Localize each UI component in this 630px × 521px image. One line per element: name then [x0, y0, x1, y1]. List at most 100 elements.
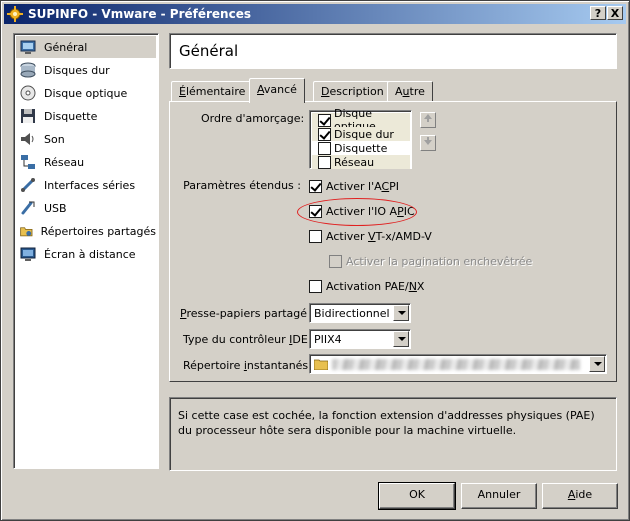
pae-label-part: X [416, 280, 425, 293]
sidebar-item-hard-disks[interactable]: Disques dur [16, 59, 156, 81]
hard-disk-icon [20, 62, 36, 78]
move-down-button[interactable] [420, 135, 436, 151]
sidebar-item-remote-display[interactable]: Écran à distance [16, 243, 156, 265]
boot-order-list[interactable]: Disque optique Disque dur Disquette Rése… [309, 107, 412, 169]
sidebar-item-label: Écran à distance [44, 247, 136, 261]
monitor-icon [20, 40, 36, 54]
acpi-checkbox[interactable] [309, 180, 322, 193]
sidebar-item-label: Réseau [44, 155, 85, 169]
clipboard-label-part: resse-papiers partagé : [186, 307, 315, 320]
pae-option[interactable]: Activation PAE/NX [309, 280, 424, 293]
arrow-down-icon [424, 137, 432, 145]
snapshot-label-part: nstantanés : [246, 359, 316, 372]
sidebar-item-sound[interactable]: Son [16, 128, 156, 150]
remote-display-icon [20, 247, 36, 261]
pae-checkbox[interactable] [309, 280, 322, 293]
tab-label: tre [409, 85, 425, 98]
boot-item-floppy[interactable]: Disquette [312, 141, 410, 155]
ok-button[interactable]: OK [378, 482, 456, 510]
description-panel: Si cette case est cochée, la fonction ex… [169, 397, 617, 471]
tab-avance[interactable]: Avancé [249, 78, 305, 103]
ioapic-label-part: Activer l'IO A [326, 205, 398, 218]
vtx-checkbox[interactable] [309, 230, 322, 243]
boot-item-label: Réseau [334, 155, 375, 169]
sidebar-item-usb[interactable]: USB [16, 197, 156, 219]
ide-label-part: Type du contrôleur [183, 333, 290, 346]
help-title-button[interactable]: ? [590, 6, 606, 20]
app-gear-icon [7, 6, 23, 22]
preferences-window: SUPINFO - Vmware - Préférences ? X Génér… [0, 0, 630, 521]
boot-item-optical[interactable]: Disque optique [312, 107, 410, 133]
ioapic-label-ul: P [397, 205, 404, 218]
snapshot-folder-select[interactable] [309, 354, 607, 374]
tab-label-ul: A [257, 83, 264, 96]
close-title-button[interactable]: X [607, 6, 623, 20]
acpi-label: Activer l'ACPI [326, 180, 399, 193]
sidebar-item-label: Répertoires partagés [40, 224, 156, 238]
vtx-label-part: Activer [326, 230, 369, 243]
extended-settings-label: Paramètres étendus : [183, 179, 301, 192]
sidebar-item-label: Disque optique [44, 86, 128, 100]
nested-paging-label: Activer la pagination enchevêtrée [346, 255, 532, 268]
sidebar-item-label: Disques dur [44, 63, 110, 77]
sidebar-item-optical[interactable]: Disque optique [16, 82, 156, 104]
sidebar-item-shared-folders[interactable]: Répertoires partagés [16, 220, 156, 242]
vtx-option[interactable]: Activer VT-x/AMD-V [309, 230, 432, 243]
clipboard-value: Bidirectionnel [314, 307, 390, 320]
ide-value: PIIX4 [314, 333, 342, 346]
acpi-option[interactable]: Activer l'ACPI [309, 180, 399, 193]
ioapic-option[interactable]: Activer l'IO APIC [309, 205, 415, 218]
help-button[interactable]: Aide [542, 483, 618, 509]
move-up-button[interactable] [420, 112, 436, 128]
ioapic-checkbox[interactable] [309, 205, 322, 218]
ioapic-label-part: IC [403, 205, 415, 218]
title-bar[interactable]: SUPINFO - Vmware - Préférences ? X [4, 4, 626, 24]
boot-hdd-checkbox[interactable] [318, 127, 331, 141]
snapshot-label-part: Répertoire [183, 359, 244, 372]
sidebar-item-label: Disquette [44, 109, 98, 123]
boot-network-checkbox[interactable] [318, 155, 331, 169]
vtx-label: Activer VT-x/AMD-V [326, 230, 432, 243]
boot-item-hard-disk[interactable]: Disque dur [312, 127, 410, 141]
ide-label: Type du contrôleur IDE : [183, 333, 315, 346]
chevron-down-icon[interactable] [393, 305, 409, 321]
sidebar-item-general[interactable]: Général [16, 36, 156, 58]
snapshot-folder-label: Répertoire instantanés : [183, 359, 315, 372]
boot-order-label: Ordre d'amorçage: [201, 112, 305, 125]
option-description: Si cette case est cochée, la fonction ex… [178, 409, 595, 437]
tab-autre[interactable]: Autre [387, 81, 433, 102]
tab-description[interactable]: Description [313, 81, 392, 102]
boot-optical-checkbox[interactable] [318, 113, 331, 127]
acpi-label-part: PI [389, 180, 400, 193]
folder-icon [314, 359, 328, 370]
chevron-down-icon[interactable] [393, 331, 409, 347]
nested-paging-option: Activer la pagination enchevêtrée [329, 255, 532, 268]
help-label: ide [575, 488, 593, 501]
cancel-button[interactable]: Annuler [461, 483, 537, 509]
boot-item-label: Disquette [334, 141, 388, 155]
ide-controller-select[interactable]: PIIX4 [309, 329, 411, 349]
floppy-icon [21, 109, 35, 123]
page-title: Général [179, 42, 239, 60]
sidebar-item-label: Interfaces séries [44, 178, 136, 192]
clipboard-select[interactable]: Bidirectionnel [309, 303, 411, 323]
ioapic-label: Activer l'IO APIC [326, 205, 415, 218]
nested-label-part: Activer la pa [346, 255, 416, 268]
boot-item-label: Disque dur [334, 127, 394, 141]
sidebar-item-network[interactable]: Réseau [16, 151, 156, 173]
shared-folder-icon [20, 227, 33, 237]
serial-port-icon [20, 177, 36, 193]
tab-label: A [395, 85, 403, 98]
sidebar-item-floppy[interactable]: Disquette [16, 105, 156, 127]
usb-icon [21, 201, 35, 215]
tab-elementaire[interactable]: Élémentaire [171, 81, 254, 102]
boot-item-network[interactable]: Réseau [312, 155, 410, 169]
chevron-down-icon[interactable] [589, 356, 605, 372]
boot-floppy-checkbox[interactable] [318, 141, 331, 155]
sidebar-item-serial[interactable]: Interfaces séries [16, 174, 156, 196]
network-icon [21, 155, 35, 169]
sidebar-item-label: USB [44, 201, 67, 215]
pae-label: Activation PAE/NX [326, 280, 424, 293]
settings-sidebar: Général Disques dur Disque optique Disqu… [13, 33, 159, 469]
speaker-icon [21, 133, 34, 145]
